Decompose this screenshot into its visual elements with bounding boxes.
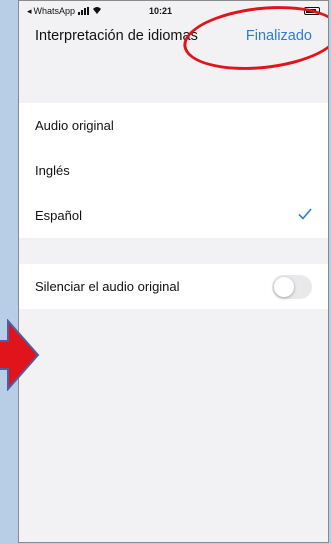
mute-toggle[interactable] (272, 274, 312, 299)
mute-row: Silenciar el audio original (19, 264, 328, 309)
wifi-icon (92, 6, 102, 16)
option-label: Español (35, 208, 82, 223)
page-title: Interpretación de idiomas (35, 28, 198, 44)
signal-icon (78, 7, 90, 15)
status-time: 10:21 (149, 6, 173, 16)
option-label: Inglés (35, 163, 70, 178)
arrow-right-icon (0, 319, 40, 391)
back-to-app[interactable]: ◂ WhatsApp (27, 6, 75, 17)
option-ingles[interactable]: Inglés (19, 148, 328, 193)
toggle-knob (274, 276, 294, 297)
option-espanol[interactable]: Español (19, 193, 328, 238)
audio-options-list: Audio original Inglés Español (19, 103, 328, 238)
checkmark-icon (298, 207, 312, 225)
phone-screen: ◂ WhatsApp 10:21 Interpretación de idiom… (18, 0, 329, 543)
mute-section: Silenciar el audio original (19, 264, 328, 309)
back-app-label: WhatsApp (33, 6, 76, 16)
option-audio-original[interactable]: Audio original (19, 103, 328, 148)
back-arrow-icon: ◂ (27, 5, 32, 16)
mute-label: Silenciar el audio original (35, 279, 180, 294)
option-label: Audio original (35, 118, 114, 133)
